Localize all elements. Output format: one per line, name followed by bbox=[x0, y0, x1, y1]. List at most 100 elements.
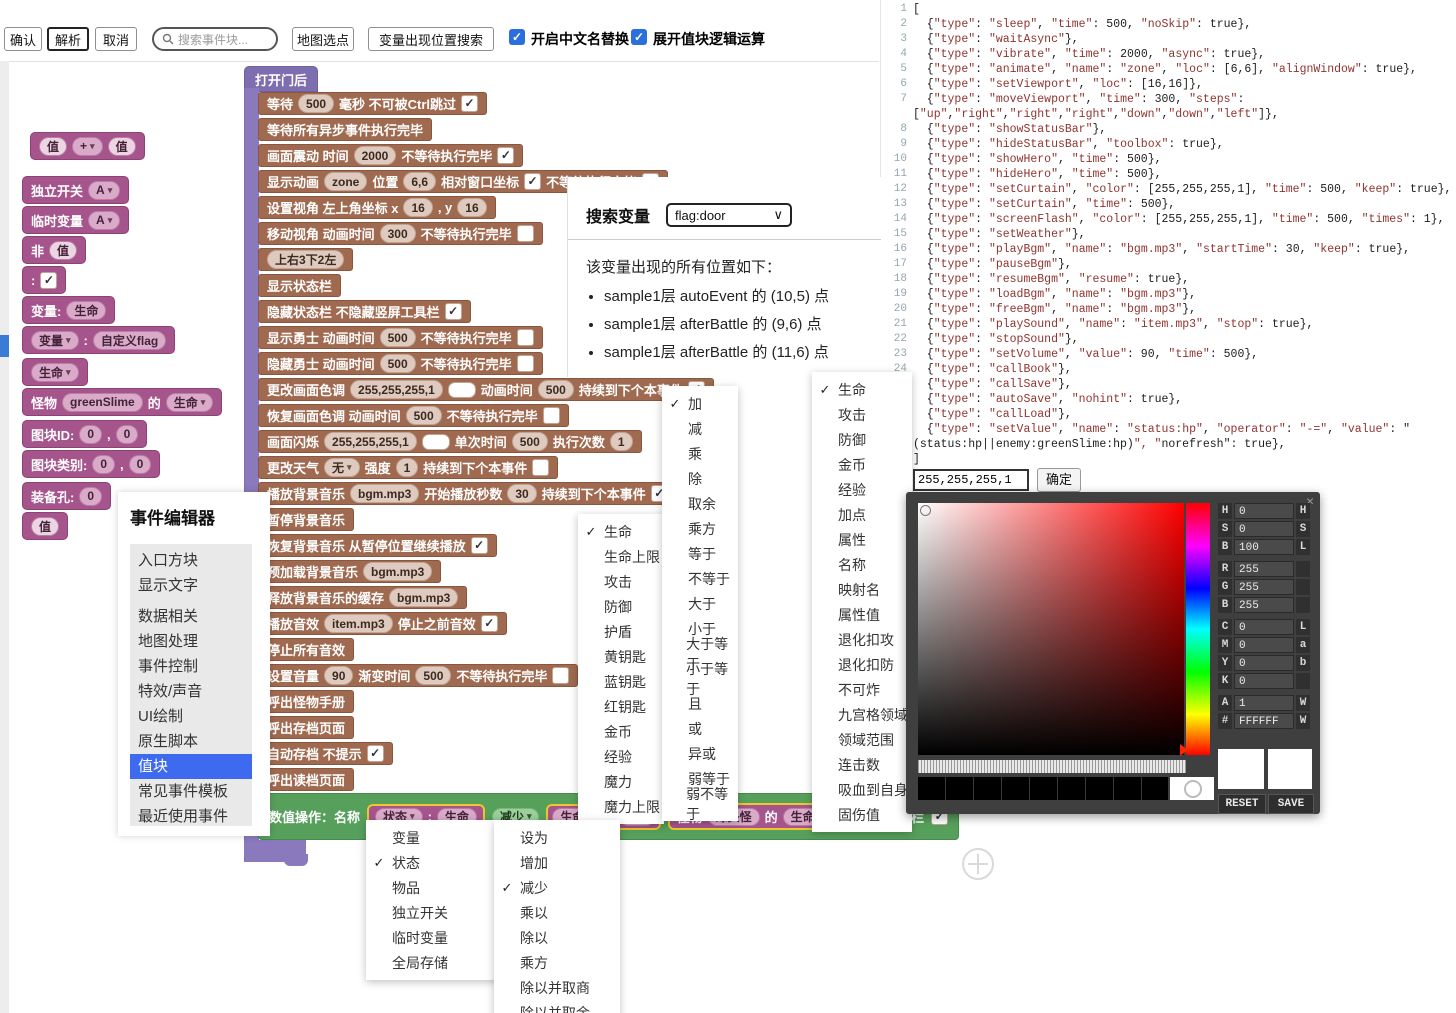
menu-item[interactable]: 小于等于 bbox=[662, 666, 738, 691]
checkbox-field[interactable] bbox=[461, 95, 478, 112]
menu-item[interactable]: 独立开关 bbox=[366, 900, 500, 925]
field-pill[interactable]: 2000 bbox=[354, 146, 397, 165]
field-pill[interactable]: 0 bbox=[79, 487, 102, 506]
menu-item[interactable]: 连击数 bbox=[812, 752, 912, 777]
menu-item[interactable]: 蓝钥匙 bbox=[578, 669, 664, 694]
statement-block[interactable]: 上右3下2左 bbox=[258, 248, 353, 271]
menu-item[interactable]: 除以 bbox=[494, 925, 620, 950]
category-item[interactable]: 显示文字 bbox=[130, 573, 252, 598]
menu-item[interactable]: 生命上限 bbox=[578, 544, 664, 569]
field-pill[interactable]: 1 bbox=[396, 458, 419, 477]
menu-item[interactable]: 不可炸 bbox=[812, 677, 912, 702]
checkbox-field[interactable] bbox=[517, 329, 534, 346]
field-value[interactable]: 0 bbox=[1234, 619, 1294, 635]
checkbox-field[interactable] bbox=[517, 355, 534, 372]
sv-cursor-icon[interactable] bbox=[920, 505, 931, 516]
statement-block[interactable]: 显示勇士 动画时间500不等待执行完毕 bbox=[258, 326, 543, 349]
checkbox-field[interactable] bbox=[497, 147, 514, 164]
menu-item[interactable]: 名称 bbox=[812, 552, 912, 577]
menu-item[interactable]: 魔力上限 bbox=[578, 794, 664, 819]
palette-block[interactable]: 装备孔:0 bbox=[22, 482, 111, 510]
saturation-value-square[interactable] bbox=[918, 503, 1184, 755]
statement-block[interactable]: 隐藏状态栏 不隐藏竖屏工具栏 bbox=[258, 300, 471, 323]
palette-block[interactable]: 图块类别:0,0 bbox=[22, 450, 160, 478]
category-item[interactable]: 原生脚本 bbox=[130, 729, 252, 754]
menu-item[interactable]: 退化扣攻 bbox=[812, 627, 912, 652]
hue-slider[interactable] bbox=[1186, 503, 1210, 755]
field-pill[interactable]: 生命 bbox=[66, 301, 106, 320]
palette-block[interactable]: 图块ID:0,0 bbox=[22, 420, 147, 448]
statement-block[interactable]: 移动视角 动画时间300不等待执行完毕 bbox=[258, 222, 543, 245]
value-pill[interactable]: 值 bbox=[49, 241, 77, 260]
menu-item[interactable]: 或 bbox=[662, 716, 738, 741]
field-pill[interactable]: 30 bbox=[507, 484, 536, 503]
palette-block[interactable]: : bbox=[22, 266, 66, 294]
field-pill[interactable]: 500 bbox=[406, 406, 442, 425]
statement-block[interactable]: 更改天气无强度1持续到下个本事件 bbox=[258, 456, 558, 479]
field-pill[interactable]: bgm.mp3 bbox=[350, 484, 419, 503]
menu-item[interactable]: 除以并取商 bbox=[494, 975, 620, 1000]
statement-block[interactable]: 呼出怪物手册 bbox=[258, 690, 354, 713]
dropdown-field[interactable]: A bbox=[88, 211, 120, 230]
menu-item[interactable]: 固伤值 bbox=[812, 802, 912, 827]
menu-item[interactable]: ✓生命 bbox=[578, 519, 664, 544]
menu-item[interactable]: 攻击 bbox=[812, 402, 912, 427]
menu-item[interactable]: ✓加 bbox=[662, 391, 738, 416]
field-pill[interactable]: 500 bbox=[415, 666, 451, 685]
menu-item[interactable]: 除 bbox=[662, 466, 738, 491]
palette-block[interactable]: 怪物greenSlime的生命 bbox=[22, 388, 222, 416]
palette-block[interactable]: 值 + 值 bbox=[30, 132, 145, 160]
color-ok-button[interactable]: 确定 bbox=[1037, 468, 1081, 492]
expand-logic-checkbox[interactable]: ✓ bbox=[631, 29, 647, 45]
statement-block[interactable]: 画面震动 时间2000不等待执行完毕 bbox=[258, 144, 523, 167]
menu-item[interactable]: 红钥匙 bbox=[578, 694, 664, 719]
menu-item[interactable]: 物品 bbox=[366, 875, 500, 900]
menu-item[interactable]: 防御 bbox=[578, 594, 664, 619]
field-pill[interactable]: 300 bbox=[380, 224, 416, 243]
json-code-editor[interactable]: 1[2 {"type": "sleep", "time": 500, "noSk… bbox=[880, 0, 1456, 465]
menu-item[interactable]: 变量 bbox=[366, 825, 500, 850]
color-swatch-field[interactable] bbox=[422, 434, 450, 450]
field-pill[interactable]: 0 bbox=[129, 455, 152, 474]
field-pill[interactable]: 0 bbox=[79, 425, 102, 444]
field-pill[interactable]: 16 bbox=[403, 198, 432, 217]
field-pill[interactable]: 6,6 bbox=[403, 172, 436, 191]
statement-block[interactable]: 停止所有音效 bbox=[258, 638, 354, 661]
palette-block[interactable]: 非值 bbox=[22, 236, 86, 264]
statement-block[interactable]: 等待所有异步事件执行完毕 bbox=[258, 118, 432, 141]
value-pill[interactable]: 值 bbox=[108, 137, 136, 156]
vertical-scrollbar[interactable] bbox=[0, 61, 9, 1013]
alpha-slider[interactable] bbox=[918, 760, 1186, 773]
statement-block[interactable]: 呼出存档页面 bbox=[258, 716, 354, 739]
statement-block[interactable]: 暂停背景音乐 bbox=[258, 508, 354, 531]
menu-item[interactable]: 属性 bbox=[812, 527, 912, 552]
field-value[interactable]: 0 bbox=[1234, 673, 1294, 689]
menu-item[interactable]: 金币 bbox=[812, 452, 912, 477]
palette-block[interactable]: 独立开关A bbox=[22, 176, 129, 204]
checkbox-field[interactable] bbox=[543, 407, 560, 424]
value-pill[interactable]: 值 bbox=[39, 137, 67, 156]
category-item[interactable]: 入口方块 bbox=[130, 548, 252, 573]
statement-block[interactable]: 设置音量90渐变时间500不等待执行完毕 bbox=[258, 664, 578, 687]
dropdown-field[interactable]: 生命 bbox=[31, 363, 79, 382]
menu-item[interactable]: 异或 bbox=[662, 741, 738, 766]
menu-item[interactable]: 临时变量 bbox=[366, 925, 500, 950]
map-pick-button[interactable]: 地图选点 bbox=[292, 27, 354, 51]
category-item[interactable]: 事件控制 bbox=[130, 654, 252, 679]
dropdown-field[interactable]: A bbox=[88, 181, 120, 200]
statement-block[interactable]: 等待500毫秒 不可被Ctrl跳过 bbox=[258, 92, 487, 115]
menu-item[interactable]: ✓生命 bbox=[812, 377, 912, 402]
statement-block[interactable]: 恢复背景音乐 从暂停位置继续播放 bbox=[258, 534, 497, 557]
statement-block[interactable]: 隐藏勇士 动画时间500不等待执行完毕 bbox=[258, 352, 543, 375]
dropdown-field[interactable]: + bbox=[72, 137, 103, 156]
menu-item[interactable]: 全局存储 bbox=[366, 950, 500, 975]
statement-block[interactable]: 播放音效item.mp3停止之前音效 bbox=[258, 612, 507, 635]
category-item[interactable]: 最近使用事件 bbox=[130, 804, 252, 829]
category-item[interactable]: 地图处理 bbox=[130, 629, 252, 654]
field-pill[interactable]: 500 bbox=[380, 328, 416, 347]
checkbox-field[interactable] bbox=[445, 303, 462, 320]
menu-item[interactable]: 增加 bbox=[494, 850, 620, 875]
zoom-in-icon[interactable] bbox=[962, 848, 994, 880]
checkbox-field[interactable] bbox=[471, 537, 488, 554]
category-item[interactable]: UI绘制 bbox=[130, 704, 252, 729]
